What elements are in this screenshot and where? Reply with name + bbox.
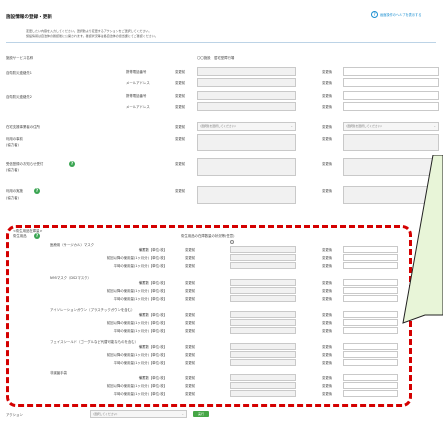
row-label-reception: 受信登録のお知らせ受付 [6,162,44,166]
before-label: 変更前 [175,137,186,141]
action-select-value: (選択してください) [93,412,118,416]
implementation-before-field [197,186,296,204]
before-label: 変更前 [175,125,186,129]
phone-label-1: 携帯電話番号 [126,70,147,74]
before-label: 変更前 [175,105,186,109]
phone-after-input[interactable] [343,67,439,76]
usage-after-field[interactable] [343,134,439,151]
after-label: 変更後 [322,162,333,166]
question-icon[interactable]: ? [69,161,75,167]
row-label-implementation: 利用の実施 [6,189,23,193]
header-divider [6,42,436,43]
row-label-usage: 利用の事前 [6,137,23,141]
before-label: 変更前 [175,162,186,166]
select-placeholder: (選択肢を選択してください) [200,124,236,128]
help-link[interactable]: 画面操作のヘルプを表示する [380,13,421,17]
after-label: 変更後 [322,105,333,109]
chevron-down-icon: ⌄ [181,412,184,416]
reception-before-field [197,158,296,176]
execute-button[interactable]: 実行 [193,411,209,417]
row-sublabel: (協力者) [6,168,19,172]
usage-before-field [197,134,296,151]
after-label: 変更後 [322,137,333,141]
page-title: 施設情報の登録・更新 [6,15,52,20]
row-label-contact1: 自衛防災連絡先1 [6,71,32,75]
email-after-input[interactable] [343,102,439,111]
action-label: アクション [6,413,23,417]
after-label: 変更後 [322,70,333,74]
chevron-down-icon: ⌄ [290,124,293,128]
after-label: 変更後 [322,81,333,85]
row-label-address: 在宅支援事業者の住所 [6,125,40,129]
before-label: 変更前 [175,81,186,85]
address-after-select[interactable]: (選択肢を選択してください) ⌄ [343,122,439,131]
phone-after-input[interactable] [343,91,439,100]
service-value: 〇〇施設 居宅型障行場 [197,56,235,60]
email-before-field [197,78,296,87]
phone-before-field [197,91,296,100]
before-label: 変更前 [175,94,186,98]
email-label-2: メールアドレス [126,105,150,109]
select-placeholder: (選択肢を選択してください) [346,124,382,128]
before-label: 変更前 [175,189,186,193]
address-before-select: (選択肢を選択してください) ⌄ [197,122,296,131]
question-icon[interactable]: ? [34,188,40,194]
action-select[interactable]: (選択してください) ⌄ [90,410,187,418]
row-label-contact2: 自衛防災連絡先2 [6,95,32,99]
chevron-down-icon: ⌄ [433,124,436,128]
phone-label-2: 携帯電話番号 [126,94,147,98]
highlight-frame [6,225,412,407]
after-label: 変更後 [322,125,333,129]
email-after-input[interactable] [343,78,439,87]
phone-before-field [197,67,296,76]
email-before-field [197,102,296,111]
after-label: 変更後 [322,189,333,193]
callout-bubble [402,155,443,324]
row-sublabel: (協力者) [6,196,19,200]
row-sublabel: (協力者) [6,143,19,147]
email-label-1: メールアドレス [126,81,150,85]
before-label: 変更前 [175,70,186,74]
intro-line-1: 変更したい内容を入力してください。選択肢より変更するアクションをご選択してくださ… [26,29,152,33]
after-label: 変更後 [322,94,333,98]
intro-line-2: 施設情報は自治体の確認後に公開されます。確認状況等は各自治体の担当課にてご確認く… [26,34,158,38]
service-label: 施設サービス名称 [6,56,34,60]
help-icon[interactable]: ? [371,11,378,18]
